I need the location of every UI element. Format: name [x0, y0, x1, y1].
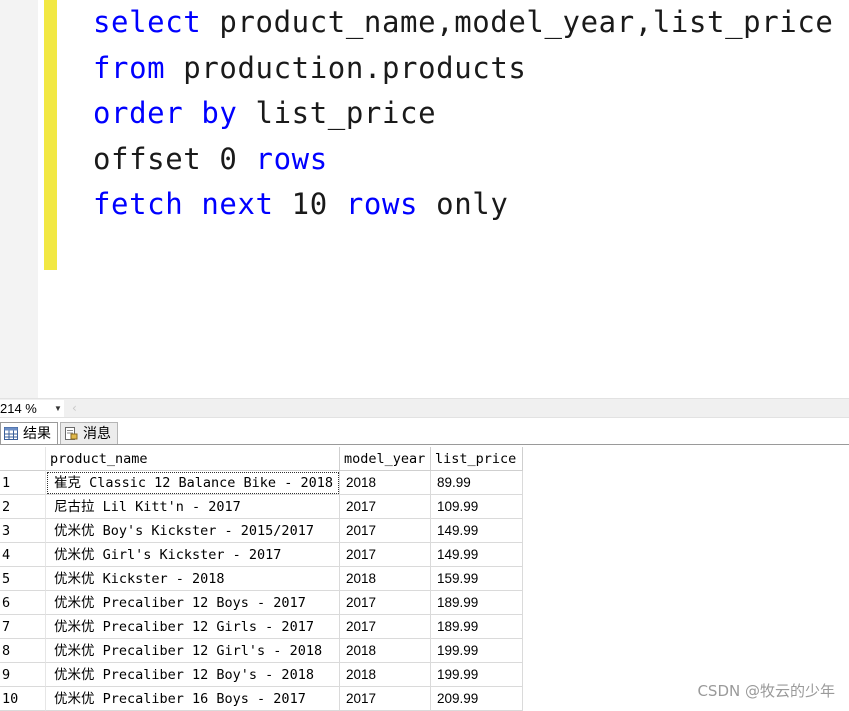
cell-model-year[interactable]: 2018 [340, 639, 431, 663]
scroll-left-icon[interactable]: ‹ [72, 401, 77, 415]
cell-product-name[interactable]: 优米优 Precaliber 16 Boys - 2017 [46, 687, 340, 711]
table-row[interactable]: 7 优米优 Precaliber 12 Girls - 2017 2017 189.9… [0, 615, 523, 639]
cell-model-year[interactable]: 2018 [340, 567, 431, 591]
code-line[interactable]: from production.products [93, 46, 833, 92]
row-number[interactable]: 5 [0, 567, 46, 591]
sql-text: list_price [237, 96, 437, 130]
cell-list-price[interactable]: 149.99 [431, 519, 523, 543]
cell-product-name[interactable]: 优米优 Kickster - 2018 [46, 567, 340, 591]
code-line[interactable]: order by list_price [93, 91, 833, 137]
cell-list-price[interactable]: 209.99 [431, 687, 523, 711]
sql-text: product_name,model_year,list_price [201, 5, 834, 39]
cell-list-price[interactable]: 89.99 [431, 471, 523, 495]
cell-list-price[interactable]: 149.99 [431, 543, 523, 567]
cell-model-year[interactable]: 2017 [340, 495, 431, 519]
cell-list-price[interactable]: 159.99 [431, 567, 523, 591]
cell-product-name[interactable]: 优米优 Precaliber 12 Boy's - 2018 [46, 663, 340, 687]
cell-model-year[interactable]: 2017 [340, 543, 431, 567]
table-row[interactable]: 10 优米优 Precaliber 16 Boys - 2017 2017 209.9… [0, 687, 523, 711]
row-number[interactable]: 1 [0, 471, 46, 495]
row-number[interactable]: 6 [0, 591, 46, 615]
tab-messages[interactable]: 消息 [60, 422, 118, 444]
row-number[interactable]: 2 [0, 495, 46, 519]
table-row[interactable]: 6 优米优 Precaliber 12 Boys - 2017 2017 189.99 [0, 591, 523, 615]
sql-text: 10 [273, 187, 346, 221]
watermark: CSDN @牧云的少年 [697, 682, 835, 700]
cell-product-name[interactable]: 优米优 Boy's Kickster - 2015/2017 [46, 519, 340, 543]
cell-model-year[interactable]: 2018 [340, 471, 431, 495]
zoom-dropdown[interactable]: 214 % ▼ [0, 400, 64, 417]
dropdown-arrow-icon[interactable]: ▼ [54, 400, 62, 417]
cell-list-price[interactable]: 199.99 [431, 663, 523, 687]
tab-results-label: 结果 [23, 426, 51, 442]
cell-model-year[interactable]: 2017 [340, 591, 431, 615]
table-row[interactable]: 1 崔克 Classic 12 Balance Bike - 2018 2018 89… [0, 471, 523, 495]
table-row[interactable]: 8 优米优 Precaliber 12 Girl's - 2018 2018 199.… [0, 639, 523, 663]
tab-results[interactable]: 结果 [0, 422, 58, 444]
row-number[interactable]: 7 [0, 615, 46, 639]
grid-icon [4, 427, 18, 440]
cell-model-year[interactable]: 2017 [340, 687, 431, 711]
zoom-level: 214 % [0, 401, 37, 416]
sql-keyword: from [93, 50, 166, 85]
query-editor[interactable]: select product_name,model_year,list_pric… [0, 0, 849, 398]
sql-code[interactable]: select product_name,model_year,list_pric… [93, 0, 833, 228]
sql-keyword: fetch next [93, 187, 274, 221]
column-header-model-year[interactable]: model_year [340, 447, 431, 471]
code-line[interactable]: offset 0 rows [93, 137, 833, 183]
cell-model-year[interactable]: 2017 [340, 615, 431, 639]
cell-list-price[interactable]: 109.99 [431, 495, 523, 519]
row-number[interactable]: 4 [0, 543, 46, 567]
tab-messages-label: 消息 [83, 426, 111, 442]
cell-model-year[interactable]: 2017 [340, 519, 431, 543]
code-line[interactable]: fetch next 10 rows only [93, 182, 833, 228]
sql-keyword: rows [255, 141, 328, 176]
table-row[interactable]: 9 优米优 Precaliber 12 Boy's - 2018 2018 199.9… [0, 663, 523, 687]
table-row[interactable]: 5 优米优 Kickster - 2018 2018 159.99 [0, 567, 523, 591]
grid-header: product_name model_year list_price [0, 447, 523, 471]
cell-list-price[interactable]: 189.99 [431, 615, 523, 639]
sql-text: production.products [165, 50, 527, 85]
cell-product-name[interactable]: 尼古拉 Lil Kitt'n - 2017 [46, 495, 340, 519]
change-indicator-bar [44, 0, 57, 270]
row-number-header[interactable] [0, 447, 46, 471]
table-row[interactable]: 4 优米优 Girl's Kickster - 2017 2017 149.99 [0, 543, 523, 567]
cell-model-year[interactable]: 2018 [340, 663, 431, 687]
table-row[interactable]: 2 尼古拉 Lil Kitt'n - 2017 2017 109.99 [0, 495, 523, 519]
sql-text: only [418, 187, 509, 221]
column-header-list-price[interactable]: list_price [431, 447, 523, 471]
editor-gutter [0, 0, 38, 398]
sql-keyword: select [93, 5, 202, 39]
column-header-product-name[interactable]: product_name [46, 447, 340, 471]
row-number[interactable]: 8 [0, 639, 46, 663]
cell-list-price[interactable]: 189.99 [431, 591, 523, 615]
cell-product-name[interactable]: 优米优 Precaliber 12 Girls - 2017 [46, 615, 340, 639]
table-row[interactable]: 3 优米优 Boy's Kickster - 2015/2017 2017 149.9… [0, 519, 523, 543]
row-number[interactable]: 9 [0, 663, 46, 687]
row-number[interactable]: 10 [0, 687, 46, 711]
code-line[interactable]: select product_name,model_year,list_pric… [93, 0, 833, 46]
sql-keyword: order by [93, 96, 238, 130]
row-number[interactable]: 3 [0, 519, 46, 543]
results-tabs: 结果 消息 [0, 420, 849, 445]
cell-product-name[interactable]: 优米优 Precaliber 12 Girl's - 2018 [46, 639, 340, 663]
cell-product-name[interactable]: 优米优 Girl's Kickster - 2017 [46, 543, 340, 567]
sql-keyword: rows [345, 187, 419, 221]
message-icon [65, 427, 78, 440]
cell-list-price[interactable]: 199.99 [431, 639, 523, 663]
editor-zoom-strip: 214 % ▼ ‹ [0, 398, 849, 418]
sql-text: offset 0 [93, 141, 256, 176]
cell-product-name[interactable]: 崔克 Classic 12 Balance Bike - 2018 [46, 471, 340, 495]
cell-product-name[interactable]: 优米优 Precaliber 12 Boys - 2017 [46, 591, 340, 615]
